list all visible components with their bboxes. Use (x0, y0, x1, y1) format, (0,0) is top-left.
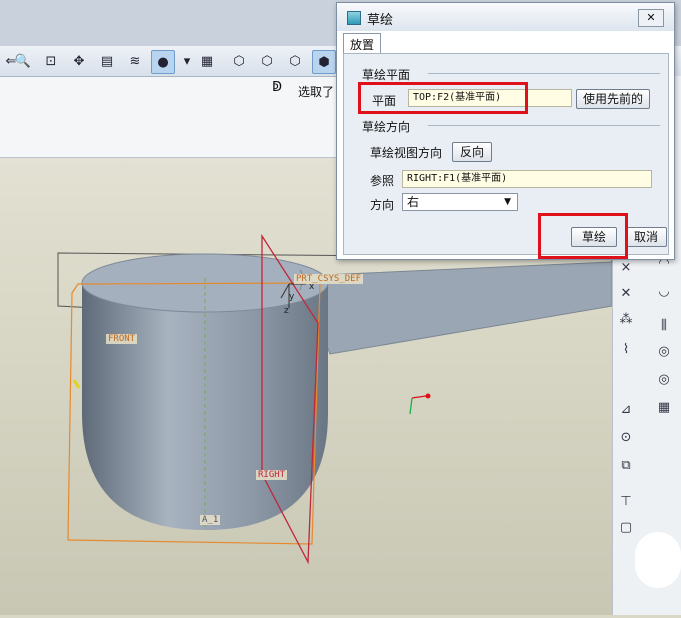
datum-curve-icon[interactable]: ⌇ (615, 338, 637, 360)
tab-placement[interactable]: 放置 (343, 33, 382, 55)
sweep-icon[interactable]: ⧉ (615, 454, 637, 476)
chevron-down-icon[interactable]: ▾ (176, 50, 198, 72)
axis-y-label: y (289, 292, 295, 302)
dialog-tabs: 放置 (343, 33, 669, 55)
cancel-button[interactable]: 取消 (625, 227, 667, 247)
csys-label[interactable]: PRT_CSYS_DEF (294, 274, 364, 284)
sketch-direction-heading: 草绘方向 (362, 120, 411, 134)
zoom-box-icon[interactable]: ⊡ (40, 50, 62, 72)
highlight-plane-box (358, 82, 528, 114)
shell-icon[interactable]: ▢ (615, 516, 637, 538)
flip-button[interactable]: 反向 (452, 142, 492, 162)
view-box2-icon[interactable]: ⬡ (284, 50, 306, 72)
view-3d-icon[interactable]: ⬡ (228, 50, 250, 72)
axis-x-label: x (309, 282, 315, 292)
chamfer-icon[interactable]: ◡ (653, 280, 675, 302)
chevron-down-icon: ▼ (504, 197, 511, 207)
pattern-icon[interactable]: ◎ (653, 340, 675, 362)
close-button[interactable]: ✕ (638, 9, 664, 27)
reference-field[interactable]: RIGHT:F1(基准平面) (402, 170, 652, 188)
highlight-sketch-box (538, 213, 628, 259)
annotation-icon[interactable]: ▤ (96, 50, 118, 72)
orientation-label: 方向 (370, 198, 395, 212)
sketch-plane-heading: 草绘平面 (362, 68, 411, 82)
axis-label[interactable]: A_1 (200, 515, 221, 525)
selection-filter-icon[interactable]: ↁ (272, 80, 286, 102)
mirror-icon[interactable]: ⫼ (653, 314, 675, 336)
front-plane-label[interactable]: FRONT (106, 334, 138, 344)
right-plane-label[interactable]: RIGHT (256, 470, 288, 480)
selection-status: 选取了 (298, 85, 335, 99)
layers-icon[interactable]: ≋ (124, 50, 146, 72)
point-offset-icon[interactable]: ✕ (615, 282, 637, 304)
dialog-title: 草绘 (367, 13, 394, 28)
datum-display-icon[interactable]: ✥ (68, 50, 90, 72)
scroll-region (635, 532, 681, 588)
spin-center-icon[interactable]: ● (151, 50, 175, 74)
grid-icon[interactable]: ▦ (653, 396, 675, 418)
save-view-icon[interactable]: ▦ (196, 50, 218, 72)
dialog-titlebar[interactable]: 草绘 ✕ (337, 3, 674, 31)
orientation-value: 右 (407, 195, 420, 209)
rib-icon[interactable]: ⊤ (615, 490, 637, 512)
view-box-icon[interactable]: ⬡ (256, 50, 278, 72)
view-direction-label: 草绘视图方向 (370, 146, 443, 160)
axis-z-label: z (284, 306, 289, 316)
orientation-select[interactable]: 右 ▼ (402, 193, 518, 211)
revolve-icon[interactable]: ⊙ (615, 426, 637, 448)
use-previous-button[interactable]: 使用先前的 (576, 89, 650, 109)
copy-icon[interactable]: ◎ (653, 368, 675, 390)
edit-feature-icon[interactable]: ⊿ (615, 398, 637, 420)
view-box3-icon[interactable]: ⬢ (312, 50, 336, 74)
sketch-icon (347, 11, 361, 25)
point-field-icon[interactable]: ⁂ (615, 308, 637, 330)
zoom-in-icon[interactable]: 🔍 (12, 50, 34, 72)
reference-label: 参照 (370, 174, 395, 188)
divider (428, 125, 660, 126)
divider (428, 73, 660, 74)
